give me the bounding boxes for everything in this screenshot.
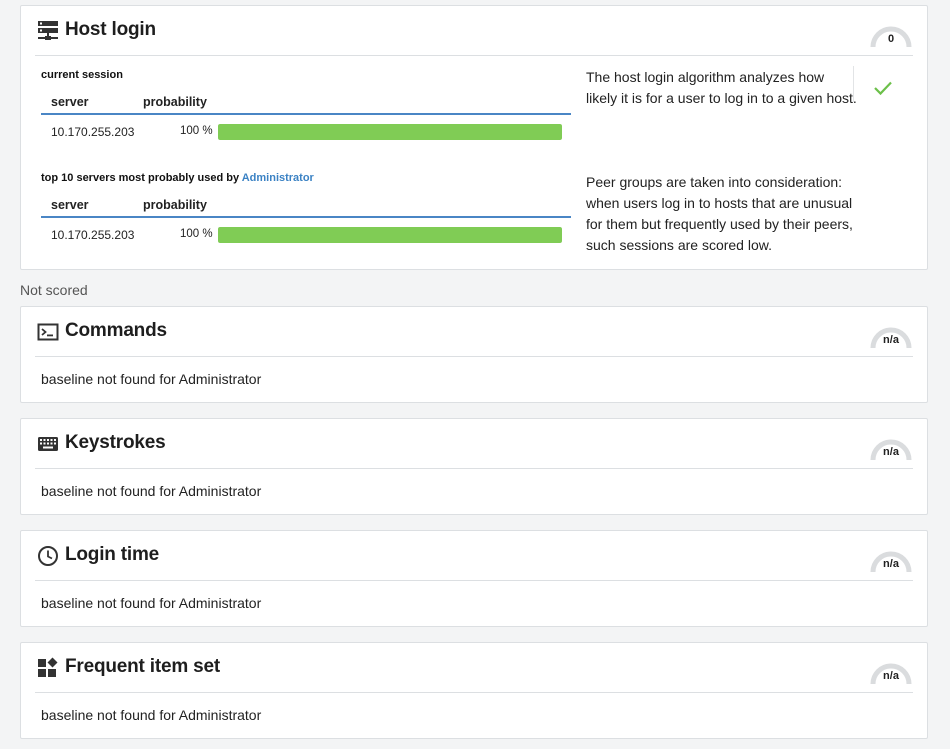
- score-gauge: n/a: [869, 322, 913, 352]
- score-gauge: n/a: [869, 658, 913, 688]
- divider: [853, 66, 854, 102]
- server-icon: [37, 20, 59, 42]
- score-gauge: 0: [869, 21, 913, 51]
- top-servers-table-header: server probability: [41, 192, 571, 218]
- probability-bar: [218, 124, 562, 140]
- keystrokes-header: Keystrokes n/a: [35, 419, 913, 469]
- frequent-item-set-title: Frequent item set: [65, 656, 220, 677]
- frequent-item-set-header: Frequent item set n/a: [35, 643, 913, 693]
- score-value: n/a: [883, 334, 899, 346]
- clock-icon: [37, 545, 59, 567]
- col-probability: probability: [143, 95, 207, 109]
- col-server: server: [51, 95, 89, 109]
- score-value: n/a: [883, 558, 899, 570]
- current-session-table-header: server probability: [41, 89, 571, 115]
- page-title: Host login: [65, 19, 156, 40]
- user-link[interactable]: Administrator: [242, 172, 314, 184]
- score-value: n/a: [883, 446, 899, 458]
- baseline-message: baseline not found for Administrator: [41, 595, 262, 611]
- probability-bar-fill: [218, 227, 562, 243]
- baseline-message: baseline not found for Administrator: [41, 483, 262, 499]
- not-scored-label: Not scored: [20, 282, 88, 298]
- top-servers-caption: top 10 servers most probably used by Adm…: [41, 172, 314, 184]
- frequent-item-set-card: Frequent item set n/a baseline not found…: [20, 642, 928, 739]
- probability-value: 100 %: [180, 125, 213, 137]
- commands-title: Commands: [65, 320, 167, 341]
- commands-header: Commands n/a: [35, 307, 913, 357]
- keyboard-icon: [37, 433, 59, 455]
- col-server: server: [51, 198, 89, 212]
- commands-card: Commands n/a baseline not found for Admi…: [20, 306, 928, 403]
- probability-bar-fill: [218, 124, 562, 140]
- widgets-icon: [37, 657, 59, 679]
- terminal-icon: [37, 321, 59, 343]
- baseline-message: baseline not found for Administrator: [41, 707, 262, 723]
- col-probability: probability: [143, 198, 207, 212]
- probability-value: 100 %: [180, 228, 213, 240]
- score-value: 0: [887, 33, 895, 45]
- score-value: n/a: [883, 670, 899, 682]
- current-session-caption: current session: [41, 69, 123, 81]
- login-time-card: Login time n/a baseline not found for Ad…: [20, 530, 928, 627]
- table-row: 10.170.255.203 100 %: [41, 223, 581, 247]
- probability-bar: [218, 227, 562, 243]
- keystrokes-card: Keystrokes n/a baseline not found for Ad…: [20, 418, 928, 515]
- baseline-message: baseline not found for Administrator: [41, 371, 262, 387]
- score-gauge: n/a: [869, 434, 913, 464]
- server-address: 10.170.255.203: [51, 125, 135, 139]
- login-time-title: Login time: [65, 544, 160, 565]
- host-login-header: Host login 0: [35, 6, 913, 56]
- top-servers-caption-text: top 10 servers most probably used by: [41, 172, 242, 184]
- keystrokes-title: Keystrokes: [65, 432, 166, 453]
- login-time-header: Login time n/a: [35, 531, 913, 581]
- score-gauge: n/a: [869, 546, 913, 576]
- algorithm-description: The host login algorithm analyzes how li…: [586, 69, 857, 106]
- server-address: 10.170.255.203: [51, 228, 135, 242]
- checkmark-icon: [873, 80, 893, 101]
- peer-groups-description: Peer groups are taken into consideration…: [586, 174, 853, 253]
- table-row: 10.170.255.203 100 %: [41, 120, 581, 144]
- host-login-card: Host login 0 current session server prob…: [20, 5, 928, 270]
